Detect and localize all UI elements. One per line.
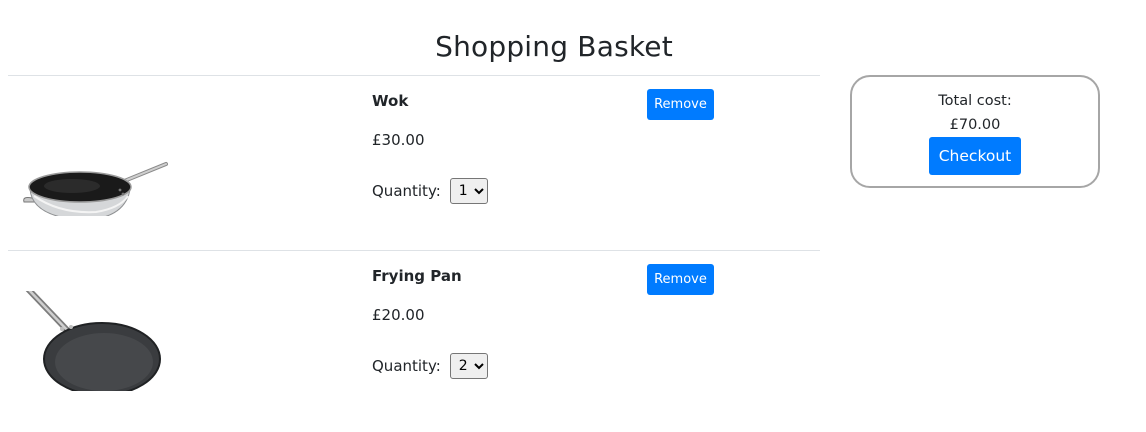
quantity-label: Quantity: xyxy=(372,182,441,200)
total-cost-label: Total cost: xyxy=(938,93,1012,109)
remove-button[interactable]: Remove xyxy=(647,89,714,120)
basket-item: Wok £30.00 Quantity: 1 Remove xyxy=(8,75,820,250)
quantity-control: Quantity: 1 xyxy=(372,178,488,204)
frying-pan-image xyxy=(25,291,161,391)
basket-item: Frying Pan £20.00 Quantity: 2 Remove xyxy=(8,250,820,425)
quantity-control: Quantity: 2 xyxy=(372,353,488,379)
page-title: Shopping Basket xyxy=(435,29,673,63)
item-name: Wok xyxy=(372,92,409,110)
quantity-select[interactable]: 2 xyxy=(449,353,488,379)
quantity-label: Quantity: xyxy=(372,357,441,375)
order-summary-card: Total cost: £70.00 Checkout xyxy=(850,75,1100,188)
remove-button[interactable]: Remove xyxy=(647,264,714,295)
item-price: £30.00 xyxy=(372,131,425,149)
basket-list: Wok £30.00 Quantity: 1 Remove Frying Pan… xyxy=(8,75,820,425)
item-price: £20.00 xyxy=(372,306,425,324)
total-cost-value: £70.00 xyxy=(949,117,1001,133)
item-name: Frying Pan xyxy=(372,267,462,285)
quantity-select[interactable]: 1 xyxy=(449,178,488,204)
wok-image xyxy=(23,162,168,216)
checkout-button[interactable]: Checkout xyxy=(929,137,1021,175)
